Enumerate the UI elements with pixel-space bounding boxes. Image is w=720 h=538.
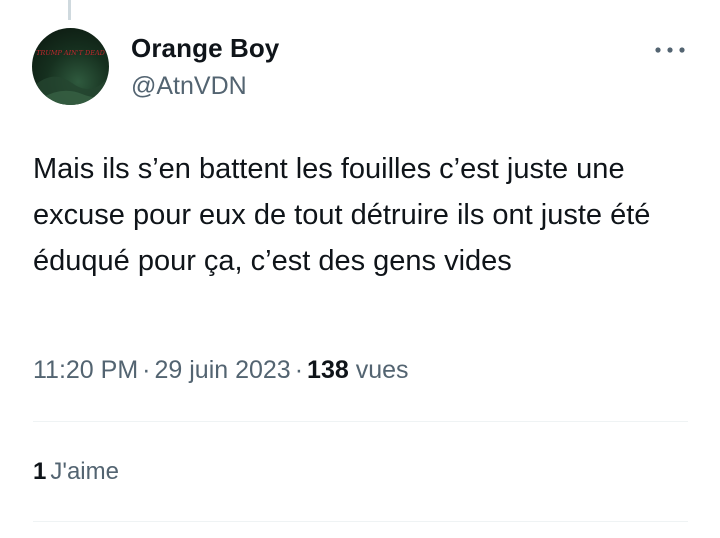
tweet-metadata: 11:20 PM · 29 juin 2023 · 138 vues — [33, 356, 409, 385]
likes-stat[interactable]: 1 J'aime — [33, 458, 119, 486]
avatar-image: TRUMP AIN'T DEAD — [32, 49, 109, 105]
tweet-time[interactable]: 11:20 PM — [33, 356, 138, 384]
likes-label: J'aime — [50, 458, 119, 485]
tweet-text: Mais ils s’en battent les fouilles c’est… — [33, 153, 651, 277]
avatar[interactable]: TRUMP AIN'T DEAD — [32, 28, 109, 105]
meta-separator: · — [142, 356, 151, 384]
views-label: vues — [355, 356, 409, 384]
avatar-logo-text: TRUMP AIN'T DEAD — [36, 49, 106, 57]
thread-connector-line — [68, 0, 71, 20]
divider — [33, 521, 688, 522]
author-handle[interactable]: @AtnVDN — [131, 72, 247, 101]
more-horizontal-icon — [655, 47, 685, 53]
author-display-name[interactable]: Orange Boy — [131, 33, 279, 64]
more-options-button[interactable] — [650, 36, 690, 64]
tweet-date[interactable]: 29 juin 2023 — [154, 356, 290, 384]
meta-separator: · — [294, 356, 304, 384]
divider — [33, 421, 688, 422]
likes-count: 1 — [33, 458, 47, 485]
views-count: 138 — [307, 356, 349, 384]
